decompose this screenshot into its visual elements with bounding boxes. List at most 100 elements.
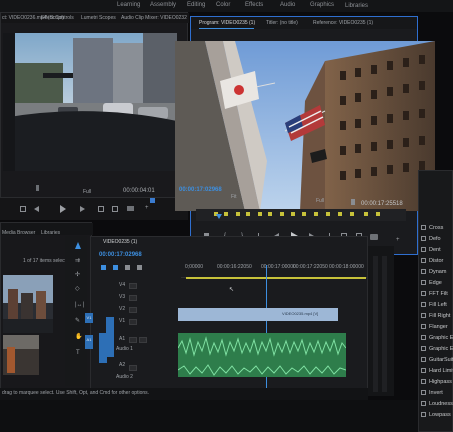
program-resolution-select[interactable]: Full xyxy=(316,199,324,204)
effect-list-item[interactable]: Cross xyxy=(421,223,443,233)
audio-clip-a2[interactable] xyxy=(178,363,346,377)
play-icon[interactable] xyxy=(60,205,66,213)
insert-icon[interactable] xyxy=(98,206,104,212)
menu-effects[interactable]: Effects xyxy=(245,2,263,8)
tab-titler[interactable]: Titler: (no title) xyxy=(266,21,298,26)
effect-list-item[interactable]: Dent xyxy=(421,245,443,255)
solo-track-button[interactable] xyxy=(139,337,147,343)
effect-list-item[interactable]: Flanger xyxy=(421,322,448,332)
tab-libraries[interactable]: Libraries xyxy=(41,231,60,236)
effect-icon xyxy=(421,390,426,395)
source-resolution-select[interactable]: Full xyxy=(83,190,91,195)
effect-list-item[interactable]: GuitarSuite xyxy=(421,355,453,365)
effect-list-item[interactable]: Dynam xyxy=(421,267,446,277)
marker-icon[interactable] xyxy=(326,212,330,216)
selection-tool-icon[interactable] xyxy=(75,242,81,249)
type-tool-icon[interactable]: T xyxy=(76,350,80,356)
sequence-tab[interactable]: VIDEO0235 (1) xyxy=(103,240,137,245)
work-area-bar[interactable] xyxy=(186,277,366,279)
menu-assembly[interactable]: Assembly xyxy=(150,2,176,8)
settings-wrench-icon[interactable] xyxy=(351,199,355,205)
marker-icon[interactable] xyxy=(258,212,262,216)
marker-icon[interactable] xyxy=(280,212,284,216)
effect-list-item[interactable]: FFT Filt xyxy=(421,289,448,299)
add-marker-icon[interactable] xyxy=(125,265,130,270)
tab-reference[interactable]: Reference: VIDEO0235 (1) xyxy=(313,21,373,26)
mute-track-button[interactable] xyxy=(129,337,137,343)
hand-tool-icon[interactable]: ✋ xyxy=(75,334,82,340)
program-fit-select[interactable]: Fit xyxy=(231,195,237,200)
marker-icon[interactable] xyxy=(224,212,228,216)
pen-tool-icon[interactable]: ✎ xyxy=(75,318,80,324)
ripple-edit-tool-icon[interactable]: ✢ xyxy=(75,272,80,278)
marker-icon[interactable] xyxy=(338,212,342,216)
marker-icon[interactable] xyxy=(364,212,368,216)
mute-track-button[interactable] xyxy=(129,365,137,371)
marker-icon[interactable] xyxy=(350,212,354,216)
effect-list-item[interactable]: Defo xyxy=(421,234,443,244)
effect-list-item[interactable]: Invert xyxy=(421,388,443,398)
toggle-track-lock[interactable] xyxy=(129,283,137,289)
menu-color[interactable]: Color xyxy=(216,2,230,8)
clip-thumbnail[interactable] xyxy=(3,275,53,333)
menu-libraries[interactable]: Libraries xyxy=(345,3,368,9)
marker-icon[interactable] xyxy=(268,212,272,216)
mark-in-icon[interactable] xyxy=(20,206,26,212)
effect-list-item[interactable]: Edge xyxy=(421,278,443,288)
add-button-icon[interactable]: + xyxy=(396,237,400,243)
video-clip[interactable]: VIDEO0235.mp4 [V] xyxy=(178,308,338,321)
effect-list-item[interactable]: Highpass xyxy=(421,377,452,387)
toggle-track-lock[interactable] xyxy=(129,319,137,325)
toggle-track-lock[interactable] xyxy=(129,307,137,313)
audio-clip-a1[interactable] xyxy=(178,333,346,363)
snap-icon[interactable] xyxy=(101,265,106,270)
playhead-marker[interactable] xyxy=(36,185,39,191)
marker-icon[interactable] xyxy=(314,212,318,216)
effect-list-item[interactable]: Distor xyxy=(421,256,443,266)
tab-audio-clip-mixer[interactable]: Audio Clip Mixer: VIDEO0232 xyxy=(121,16,187,21)
effect-list-item[interactable]: Graphic Eq xyxy=(421,333,453,343)
tab-lumetri-scopes[interactable]: Lumetri Scopes xyxy=(81,16,116,21)
menu-editing[interactable]: Editing xyxy=(187,2,205,8)
effect-list-item[interactable]: Lowpass xyxy=(421,410,451,420)
marker-icon[interactable] xyxy=(376,212,380,216)
overwrite-icon[interactable] xyxy=(112,206,118,212)
source-patch-a1[interactable]: A1 xyxy=(85,335,93,349)
settings-wrench-icon[interactable] xyxy=(150,198,155,203)
effect-list-item[interactable]: Loudness Radar xyxy=(421,399,453,409)
marker-icon[interactable] xyxy=(246,212,250,216)
export-frame-icon[interactable] xyxy=(127,206,134,211)
tab-effect-controls[interactable]: Effect Controls xyxy=(41,16,74,21)
slip-tool-icon[interactable]: |↔| xyxy=(75,302,84,308)
effect-list-item[interactable]: Fill Right xyxy=(421,311,450,321)
menu-graphics[interactable]: Graphics xyxy=(310,2,334,8)
effect-label: Cross xyxy=(429,225,444,231)
add-button-icon[interactable]: + xyxy=(145,205,149,211)
program-monitor-panel: Program: VIDEO0235 (1) Titler: (no title… xyxy=(175,16,435,255)
program-marker-bar[interactable] xyxy=(196,209,406,221)
export-frame-icon[interactable] xyxy=(370,234,378,240)
clip-thumbnail[interactable] xyxy=(3,335,39,375)
track-select-tool-icon[interactable]: ⇉ xyxy=(75,258,80,264)
track-target-v1[interactable] xyxy=(106,317,114,357)
marker-icon[interactable] xyxy=(302,212,306,216)
menu-learning[interactable]: Learning xyxy=(117,2,140,8)
tab-program[interactable]: Program: VIDEO0235 (1) xyxy=(199,21,255,26)
marker-icon[interactable] xyxy=(236,212,240,216)
bezel xyxy=(0,400,418,432)
step-forward-icon[interactable] xyxy=(80,206,85,212)
time-ruler[interactable]: 0;00000 00:00:16:22050 00:00:17:00000 00… xyxy=(181,263,367,278)
effect-list-item[interactable]: Fill Left xyxy=(421,300,447,310)
timeline-settings-icon[interactable] xyxy=(137,265,142,270)
step-back-icon[interactable] xyxy=(34,206,39,212)
program-playhead-icon[interactable] xyxy=(216,214,222,219)
menu-audio[interactable]: Audio xyxy=(280,2,295,8)
effect-list-item[interactable]: Hard Limiter xyxy=(421,366,453,376)
linked-selection-icon[interactable] xyxy=(113,265,118,270)
toggle-track-lock[interactable] xyxy=(129,295,137,301)
tab-media-browser[interactable]: Media Browser xyxy=(2,231,35,236)
source-patch-v1[interactable]: V1 xyxy=(85,313,93,323)
effect-list-item[interactable]: Graphic Eq xyxy=(421,344,453,354)
marker-icon[interactable] xyxy=(291,212,295,216)
razor-tool-icon[interactable]: ◇ xyxy=(75,286,80,292)
